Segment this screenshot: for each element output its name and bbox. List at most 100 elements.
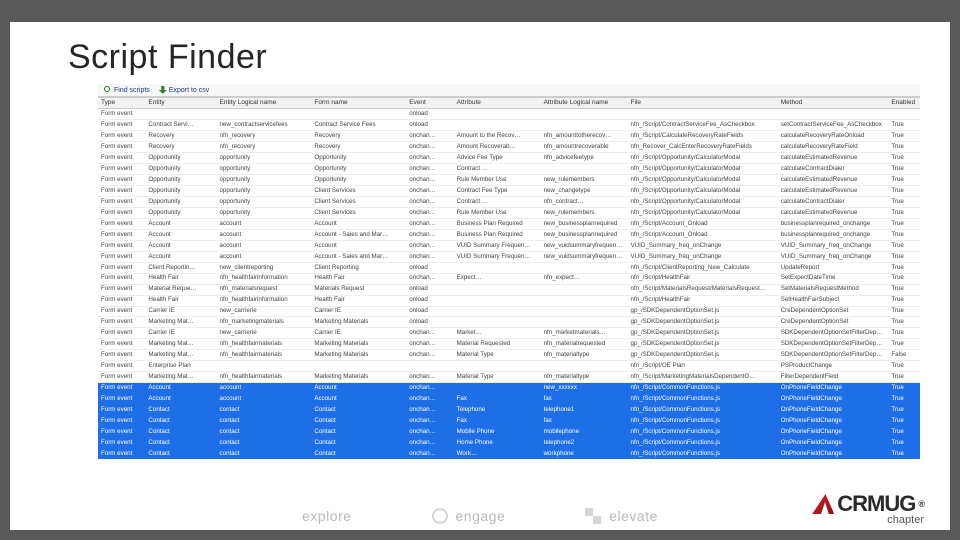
results-table[interactable]: TypeEntityEntity Logical nameForm nameEv… — [98, 97, 920, 459]
table-cell — [145, 109, 216, 120]
table-row[interactable]: Form eventClient Reportin…new_clientrepo… — [98, 262, 920, 273]
table-row[interactable]: Form eventHealth Fairnfn_healthfairinfor… — [98, 273, 920, 284]
export-csv-button[interactable]: Export to csv — [156, 86, 212, 94]
table-row[interactable]: Form eventContactcontactContactonchan…Te… — [98, 405, 920, 416]
table-row[interactable]: Form eventContactcontactContactonchan…Wo… — [98, 448, 920, 459]
table-cell: Telephone — [454, 405, 541, 416]
table-cell: onchan… — [406, 240, 453, 251]
table-cell: businessplanrequired_onchange — [778, 229, 889, 240]
col-header[interactable]: Entity — [145, 98, 216, 109]
col-header[interactable]: Enabled — [888, 98, 920, 109]
table-row[interactable]: Form eventRecoverynfn_recoveryRecoveryon… — [98, 131, 920, 142]
table-cell — [217, 109, 312, 120]
table-cell: setContractServiceFee_AsCheckbox — [778, 120, 889, 131]
table-row[interactable]: Form eventMarketing Mat…nfn_healthfairma… — [98, 372, 920, 383]
table-cell: nfn_/Script/CommonFunctions.js — [628, 405, 778, 416]
table-row[interactable]: Form eventMarketing Mat…nfn_healthfairma… — [98, 350, 920, 361]
table-row[interactable]: Form eventMarketing Mat…nfn_marketingmat… — [98, 317, 920, 328]
table-cell: Form event — [98, 262, 145, 273]
table-cell: opportunity — [217, 175, 312, 186]
table-row[interactable]: Form eventMaterial Reque…nfn_materialsre… — [98, 284, 920, 295]
table-cell — [628, 109, 778, 120]
table-cell: new_xxxxxx — [541, 383, 628, 394]
col-header[interactable]: Attribute Logical name — [541, 98, 628, 109]
table-cell — [454, 120, 541, 131]
table-cell: True — [888, 361, 920, 372]
table-cell: new_businessplanrequired — [541, 218, 628, 229]
table-cell: calculateRecoveryRateField — [778, 142, 889, 153]
table-row[interactable]: Form eventContactcontactContactonchan…Mo… — [98, 427, 920, 438]
table-row[interactable]: Form eventOpportunityopportunityClient S… — [98, 186, 920, 197]
table-cell: Contact — [145, 416, 216, 427]
col-header[interactable]: Entity Logical name — [217, 98, 312, 109]
table-row[interactable]: Form eventonload — [98, 109, 920, 120]
gear-icon — [432, 508, 448, 524]
table-row[interactable]: Form eventMarketing Mat…nfn_healthfairma… — [98, 339, 920, 350]
table-row[interactable]: Form eventAccountaccountAccountonchan…Bu… — [98, 218, 920, 229]
table-cell: nfn_/Script/CommonFunctions.js — [628, 427, 778, 438]
table-cell: Marketing Mat… — [145, 372, 216, 383]
table-cell: onchan… — [406, 350, 453, 361]
table-row[interactable]: Form eventAccountaccountAccount - Sales … — [98, 251, 920, 262]
table-cell: new_vuidsummaryfrequen… — [541, 240, 628, 251]
table-cell — [454, 361, 541, 372]
table-cell: CreDependentOptionSet — [778, 306, 889, 317]
table-cell: contact — [217, 448, 312, 459]
table-row[interactable]: Form eventRecoverynfn_recoveryRecoveryon… — [98, 142, 920, 153]
col-header[interactable]: File — [628, 98, 778, 109]
table-cell: Opportunity — [145, 207, 216, 218]
table-cell: account — [217, 229, 312, 240]
table-row[interactable]: Form eventCarrier IEnew_carrierieCarrier… — [98, 306, 920, 317]
table-cell — [778, 109, 889, 120]
table-cell: nfn_advicefeetype — [541, 153, 628, 164]
table-header-row[interactable]: TypeEntityEntity Logical nameForm nameEv… — [98, 98, 920, 109]
table-cell: Form event — [98, 284, 145, 295]
table-cell: SetHealthFairSubject — [778, 295, 889, 306]
col-header[interactable]: Form name — [311, 98, 406, 109]
find-scripts-button[interactable]: Find scripts — [101, 86, 153, 94]
table-cell: onload — [406, 317, 453, 328]
table-cell: Account — [145, 251, 216, 262]
table-row[interactable]: Form eventOpportunityopportunityOpportun… — [98, 153, 920, 164]
table-row[interactable]: Form eventContactcontactContactonchan…Ho… — [98, 437, 920, 448]
table-cell: nfn_Recover_CalcEnterRecoveryRateFields — [628, 142, 778, 153]
table-row[interactable]: Form eventOpportunityopportunityOpportun… — [98, 164, 920, 175]
table-row[interactable]: Form eventContactcontactContactonchan…Fa… — [98, 416, 920, 427]
table-row[interactable]: Form eventAccountaccountAccountonchan…Fa… — [98, 394, 920, 405]
table-cell: Form event — [98, 383, 145, 394]
table-row[interactable]: Form eventEnterprise Plannfn_/Script/OE … — [98, 361, 920, 372]
table-cell: Rule Member Use — [454, 207, 541, 218]
table-cell: True — [888, 295, 920, 306]
table-cell: Contact — [311, 427, 406, 438]
table-cell: True — [888, 339, 920, 350]
table-cell: Health Fair — [145, 273, 216, 284]
table-cell — [454, 295, 541, 306]
table-row[interactable]: Form eventOpportunityopportunityOpportun… — [98, 175, 920, 186]
col-header[interactable]: Event — [406, 98, 453, 109]
table-row[interactable]: Form eventHealth Fairnfn_healthfairinfor… — [98, 295, 920, 306]
table-cell: Carrier IE — [311, 306, 406, 317]
table-row[interactable]: Form eventOpportunityopportunityClient S… — [98, 207, 920, 218]
col-header[interactable]: Attribute — [454, 98, 541, 109]
table-cell: Fax — [454, 416, 541, 427]
table-cell: Recovery — [145, 142, 216, 153]
table-cell: account — [217, 251, 312, 262]
table-cell: Account - Sales and Mar… — [311, 251, 406, 262]
table-cell: Business Plan Required — [454, 229, 541, 240]
table-row[interactable]: Form eventAccountaccountAccountonchan…ne… — [98, 383, 920, 394]
table-cell — [454, 317, 541, 328]
table-cell: VUID Summary Frequen… — [454, 240, 541, 251]
table-row[interactable]: Form eventCarrier IEnew_carrierieCarrier… — [98, 328, 920, 339]
table-cell: Material Reque… — [145, 284, 216, 295]
table-cell: Form event — [98, 175, 145, 186]
col-header[interactable]: Type — [98, 98, 145, 109]
table-row[interactable]: Form eventOpportunityopportunityClient S… — [98, 196, 920, 207]
table-cell: onload — [406, 262, 453, 273]
table-cell: Client Services — [311, 196, 406, 207]
table-cell: nfn_/Script/Opportunity/CalculatorModal — [628, 207, 778, 218]
table-row[interactable]: Form eventAccountaccountAccountonchan…VU… — [98, 240, 920, 251]
table-row[interactable]: Form eventAccountaccountAccount - Sales … — [98, 229, 920, 240]
table-row[interactable]: Form eventContract Servi…new_contractser… — [98, 120, 920, 131]
col-header[interactable]: Method — [778, 98, 889, 109]
table-cell: gp_/SDKDependentOptionSet.js — [628, 317, 778, 328]
